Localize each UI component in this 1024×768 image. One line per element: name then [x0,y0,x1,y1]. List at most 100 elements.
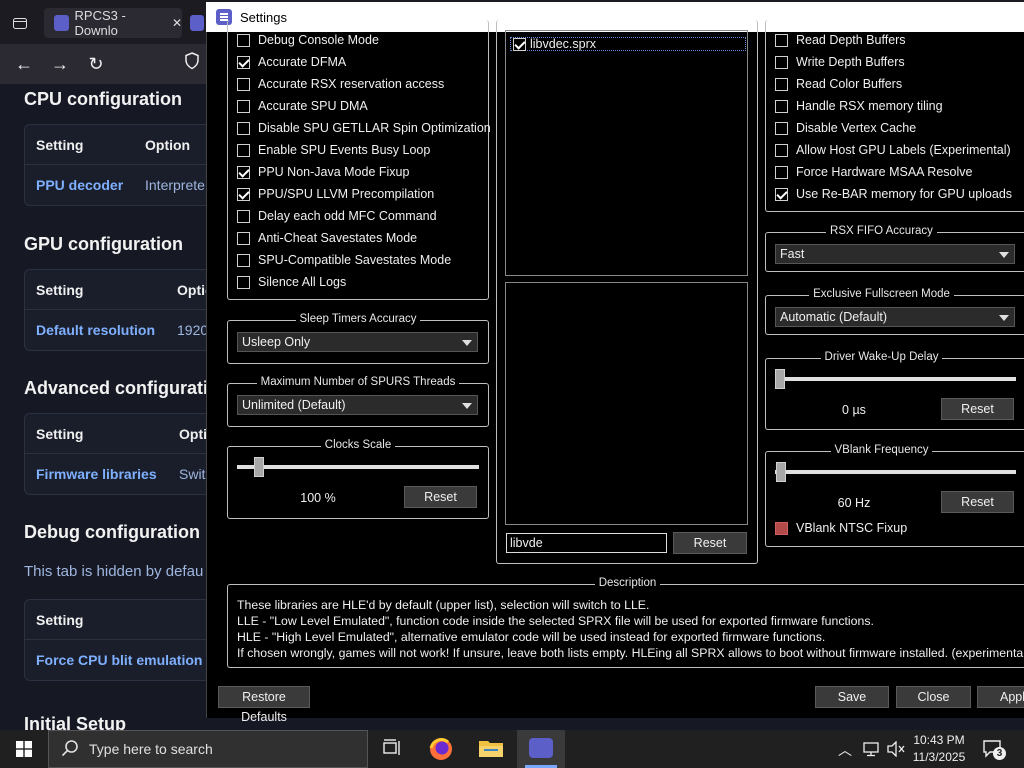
close-button[interactable]: Close [896,686,971,708]
cpu-option-checkbox-row[interactable]: SPU-Compatible Savestates Mode [237,253,451,267]
hle-library-list[interactable]: libvdec.sprx [505,30,748,276]
cpu-option-checkbox[interactable] [237,77,250,91]
clocks-reset-button[interactable]: Reset [404,486,477,508]
cpu-option-checkbox-row[interactable]: Anti-Cheat Savestates Mode [237,231,417,245]
gpu-option-checkbox-row[interactable]: Write Depth Buffers [775,55,905,69]
taskbar-search-box[interactable]: Type here to search [48,730,368,768]
wakeup-reset-button[interactable]: Reset [941,398,1014,420]
spurs-dropdown[interactable]: Unlimited (Default) [237,395,478,415]
shield-icon[interactable] [180,52,204,76]
file-explorer-icon[interactable] [478,737,506,761]
forward-arrow-icon[interactable]: → [48,52,72,76]
fullscreen-mode-dropdown[interactable]: Automatic (Default) [775,307,1015,327]
gpu-option-checkbox[interactable] [775,143,788,157]
reload-icon[interactable]: ↻ [84,52,108,76]
clocks-scale-title: Clocks Scale [320,439,396,451]
cpu-option-checkbox-row[interactable]: PPU/SPU LLVM Precompilation [237,187,434,201]
volume-muted-icon[interactable] [886,740,906,758]
gpu-option-checkbox[interactable] [775,121,788,135]
chevron-up-icon[interactable]: ︿ [838,740,852,760]
gpu-option-checkbox[interactable] [775,55,788,69]
gpu-option-checkbox[interactable] [775,165,788,179]
cpu-option-checkbox[interactable] [237,165,250,179]
cpu-option-checkbox-row[interactable]: Accurate DFMA [237,55,346,69]
vblank-ntsc-checkbox-row[interactable]: VBlank NTSC Fixup [775,521,907,535]
clocks-slider-handle[interactable] [254,457,264,477]
cpu-option-checkbox-row[interactable]: PPU Non-Java Mode Fixup [237,165,409,179]
gpu-option-checkbox-row[interactable]: Allow Host GPU Labels (Experimental) [775,143,1011,157]
setting-link[interactable]: PPU decoder [36,177,145,193]
tab-list-icon[interactable] [8,8,32,38]
lle-library-list[interactable] [505,282,748,525]
cpu-option-checkbox[interactable] [237,33,250,47]
close-tab-icon[interactable]: ✕ [172,16,182,30]
list-item[interactable]: libvdec.sprx [510,37,746,51]
task-view-icon[interactable] [380,738,404,760]
clocks-slider-track[interactable] [237,465,479,469]
cpu-option-checkbox-row[interactable]: Accurate SPU DMA [237,99,368,113]
cpu-option-checkbox-row[interactable]: Enable SPU Events Busy Loop [237,143,430,157]
gpu-option-checkbox[interactable] [775,77,788,91]
firefox-icon[interactable] [428,736,456,762]
cpu-option-checkbox[interactable] [237,231,250,245]
cpu-option-checkbox-row[interactable]: Delay each odd MFC Command [237,209,437,223]
sleep-timers-dropdown[interactable]: Usleep Only [237,332,478,352]
cpu-option-checkbox-row[interactable]: Accurate RSX reservation access [237,77,444,91]
cpu-option-checkbox[interactable] [237,187,250,201]
cpu-option-checkbox[interactable] [237,121,250,135]
setting-link[interactable]: Firmware libraries [36,466,179,482]
gpu-option-checkbox-row[interactable]: Read Depth Buffers [775,33,906,47]
gpu-option-checkbox-row[interactable]: Read Color Buffers [775,77,902,91]
cpu-option-checkbox[interactable] [237,253,250,267]
cpu-option-checkbox[interactable] [237,55,250,69]
rsx-fifo-dropdown[interactable]: Fast [775,244,1015,264]
vblank-slider-track[interactable] [775,470,1016,474]
rsx-fifo-title: RSX FIFO Accuracy [826,225,937,237]
gpu-option-checkbox[interactable] [775,187,788,201]
gpu-option-checkbox-row[interactable]: Force Hardware MSAA Resolve [775,165,972,179]
library-search-input[interactable]: libvde [506,533,667,553]
cpu-option-checkbox[interactable] [237,99,250,113]
table-header: Setting [25,600,223,640]
browser-tab-second[interactable] [190,8,206,38]
apply-button[interactable]: Appl [977,686,1024,708]
restore-defaults-button[interactable]: Restore Defaults [218,686,310,724]
gpu-option-checkbox-row[interactable]: Handle RSX memory tiling [775,99,943,113]
cpu-option-checkbox[interactable] [237,275,250,289]
vblank-ntsc-checkbox[interactable] [775,521,788,535]
gpu-option-checkbox-label: Read Depth Buffers [796,33,906,47]
cpu-option-checkbox-row[interactable]: Debug Console Mode [237,33,379,47]
gpu-option-checkbox[interactable] [775,99,788,113]
setting-link[interactable]: Default resolution [36,322,177,338]
search-placeholder: Type here to search [89,741,213,757]
cpu-option-checkbox-row[interactable]: Disable SPU GETLLAR Spin Optimization [237,121,491,135]
back-arrow-icon[interactable]: ← [12,52,36,76]
libraries-reset-button[interactable]: Reset [673,532,747,554]
browser-tab-active[interactable]: RPCS3 - Downlo ✕ [44,8,182,38]
wakeup-slider-handle[interactable] [775,369,785,389]
description-line-1: These libraries are HLE'd by default (up… [237,598,650,612]
cpu-option-checkbox[interactable] [237,209,250,223]
vblank-slider-handle[interactable] [776,462,786,482]
cpu-option-checkbox-label: Debug Console Mode [258,33,379,47]
windows-start-icon[interactable] [0,730,48,768]
notification-icon[interactable]: 3 [982,738,1006,760]
vblank-reset-button[interactable]: Reset [941,491,1014,513]
gpu-option-checkbox-row[interactable]: Disable Vertex Cache [775,121,916,135]
wakeup-slider-track[interactable] [775,377,1016,381]
clock-time[interactable]: 10:43 PM [908,733,970,747]
rpcs3-taskbar-button[interactable] [517,730,565,768]
sleep-timers-value: Usleep Only [242,335,311,349]
cpu-option-checkbox[interactable] [237,143,250,157]
cpu-option-checkbox-row[interactable]: Silence All Logs [237,275,346,289]
save-button[interactable]: Save [815,686,889,708]
network-icon[interactable] [862,741,880,757]
search-icon [61,739,79,760]
gpu-option-checkbox-row[interactable]: Use Re-BAR memory for GPU uploads [775,187,1012,201]
gpu-option-checkbox-label: Write Depth Buffers [796,55,905,69]
gpu-option-checkbox[interactable] [775,33,788,47]
table-header: Setting Optio [25,414,223,454]
setting-link[interactable]: Force CPU blit emulation [36,652,202,668]
clock-date[interactable]: 11/3/2025 [908,750,970,764]
library-checkbox[interactable] [513,37,526,51]
